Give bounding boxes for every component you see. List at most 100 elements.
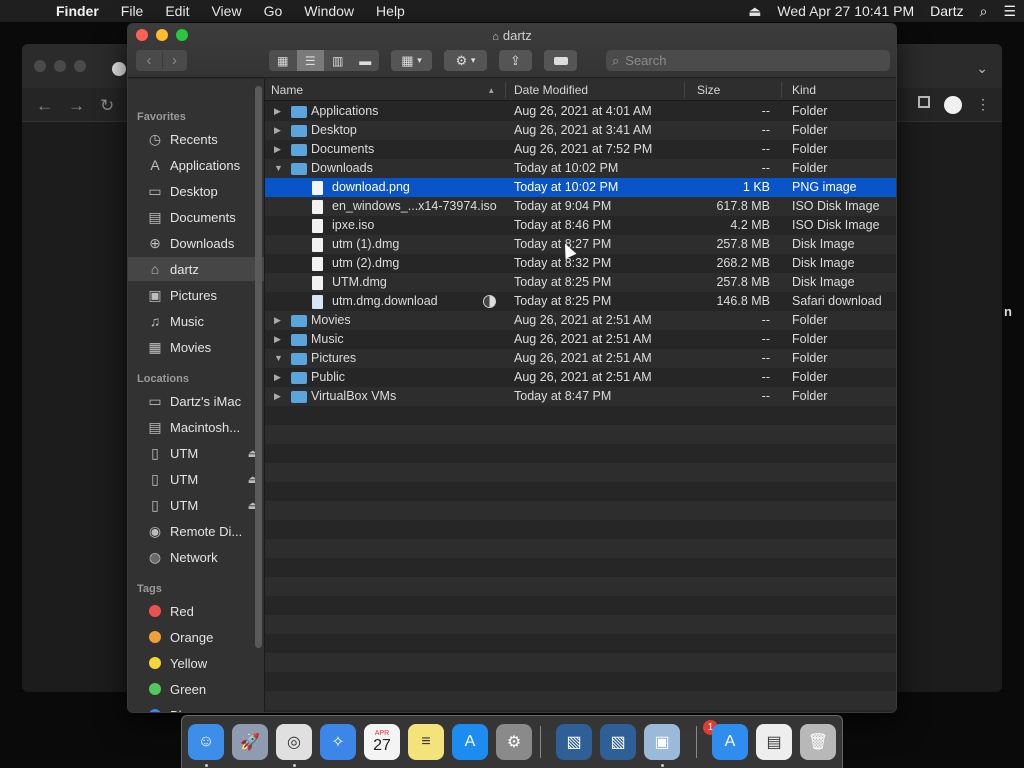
- chevron-down-icon[interactable]: ⌄: [976, 60, 988, 77]
- calendar-icon[interactable]: APR 27: [364, 724, 400, 760]
- sidebar-item-locations-4[interactable]: ▯ UTM ⏏: [128, 493, 264, 517]
- downloads-stack-icon[interactable]: A: [712, 724, 748, 760]
- sort-ascending-icon[interactable]: ▴: [489, 85, 494, 96]
- file-row[interactable]: ▼ Pictures Aug 26, 2021 at 2:51 AM -- Folder: [265, 349, 896, 368]
- system-preferences-icon[interactable]: ⚙: [496, 724, 532, 760]
- sidebar-item-favorites-8[interactable]: ▦ Movies: [128, 335, 264, 359]
- sidebar-item-locations-5[interactable]: ◉ Remote Di...: [128, 519, 264, 543]
- file-row[interactable]: ▶ Applications Aug 26, 2021 at 4:01 AM -- Fo…: [265, 102, 896, 121]
- file-row[interactable]: ▶ VirtualBox VMs Today at 8:47 PM -- Folder: [265, 387, 896, 406]
- menu-go[interactable]: Go: [253, 3, 294, 19]
- finder-icon[interactable]: ☺: [188, 724, 224, 760]
- reload-icon[interactable]: ↻: [100, 96, 114, 116]
- disclosure-collapsed-icon[interactable]: ▶: [274, 315, 281, 326]
- file-row[interactable]: ▼ Downloads Today at 10:02 PM -- Folder: [265, 159, 896, 178]
- icon-view-button[interactable]: ▦: [269, 50, 297, 71]
- action-menu-button[interactable]: ⚙ ▾: [444, 50, 487, 71]
- back-button[interactable]: ‹: [137, 52, 162, 69]
- file-row[interactable]: en_windows_...x14-73974.iso Today at 9:04…: [265, 197, 896, 216]
- file-row[interactable]: utm.dmg.download Today at 8:25 PM 146.8 MB…: [265, 292, 896, 311]
- file-row[interactable]: utm (2).dmg Today at 8:32 PM 268.2 MB Disk …: [265, 254, 896, 273]
- sidebar-item-favorites-3[interactable]: ▤ Documents: [128, 205, 264, 229]
- sidebar-item-locations-1[interactable]: ▤ Macintosh...: [128, 415, 264, 439]
- file-row[interactable]: ▶ Desktop Aug 26, 2021 at 3:41 AM -- Folder: [265, 121, 896, 140]
- disclosure-collapsed-icon[interactable]: ▶: [274, 106, 281, 117]
- notes-icon[interactable]: ≡: [408, 724, 444, 760]
- sidebar-item-favorites-2[interactable]: ▭ Desktop: [128, 179, 264, 203]
- menu-window[interactable]: Window: [293, 3, 365, 19]
- menu-edit[interactable]: Edit: [154, 3, 200, 19]
- more-menu-icon[interactable]: ⋮: [976, 96, 990, 114]
- trash-icon[interactable]: 🗑: [800, 724, 836, 760]
- back-arrow-icon[interactable]: ←: [36, 96, 53, 116]
- sidebar-item-favorites-5[interactable]: ⌂ dartz: [128, 257, 264, 281]
- profile-icon[interactable]: [944, 96, 962, 114]
- column-header-kind[interactable]: Kind: [792, 83, 816, 97]
- menu-clock[interactable]: Wed Apr 27 10:41 PM: [769, 3, 922, 19]
- sidebar-item-favorites-7[interactable]: ♫ Music: [128, 309, 264, 333]
- column-header-date[interactable]: Date Modified: [514, 83, 588, 97]
- sidebar-tag-red[interactable]: Red: [128, 599, 264, 623]
- gallery-view-button[interactable]: ▬: [352, 50, 380, 71]
- virtualbox-icon[interactable]: ▧: [556, 724, 592, 760]
- sidebar-item-locations-2[interactable]: ▯ UTM ⏏: [128, 441, 264, 465]
- sidebar-item-favorites-0[interactable]: ◷ Recents: [128, 127, 264, 151]
- forward-button[interactable]: ›: [161, 52, 187, 69]
- column-view-button[interactable]: ▥: [324, 50, 352, 71]
- menu-help[interactable]: Help: [365, 3, 416, 19]
- disclosure-expanded-icon[interactable]: ▼: [274, 163, 283, 173]
- disclosure-collapsed-icon[interactable]: ▶: [274, 391, 281, 402]
- sidebar-scrollbar[interactable]: [255, 86, 262, 648]
- file-row[interactable]: ▶ Public Aug 26, 2021 at 2:51 AM -- Folder: [265, 368, 896, 387]
- file-row[interactable]: utm (1).dmg Today at 8:27 PM 257.8 MB Disk …: [265, 235, 896, 254]
- disclosure-collapsed-icon[interactable]: ▶: [274, 125, 281, 136]
- safari-icon[interactable]: ✧: [320, 724, 356, 760]
- forward-arrow-icon[interactable]: →: [68, 96, 85, 116]
- disclosure-expanded-icon[interactable]: ▼: [274, 353, 283, 363]
- sidebar-item-locations-6[interactable]: ◍ Network: [128, 545, 264, 569]
- sidebar-toggle-icon[interactable]: [918, 96, 930, 108]
- sidebar-tag-green[interactable]: Green: [128, 677, 264, 701]
- menu-app-finder[interactable]: Finder: [56, 3, 110, 19]
- menu-view[interactable]: View: [200, 3, 252, 19]
- menu-user[interactable]: Dartz: [922, 3, 971, 19]
- partial-text-glyph: n: [1004, 304, 1012, 319]
- spotlight-search-icon[interactable]: ⌕: [972, 3, 996, 20]
- sidebar-item-favorites-4[interactable]: ⊕ Downloads: [128, 231, 264, 255]
- group-by-button[interactable]: ▦ ▾: [391, 50, 432, 71]
- disclosure-collapsed-icon[interactable]: ▶: [274, 144, 281, 155]
- calendar-month: APR: [374, 729, 390, 737]
- eject-icon[interactable]: ⏏: [740, 3, 769, 20]
- file-row[interactable]: download.png Today at 10:02 PM 1 KB PNG ima…: [265, 178, 896, 197]
- disclosure-collapsed-icon[interactable]: ▶: [274, 334, 281, 345]
- file-row[interactable]: ▶ Movies Aug 26, 2021 at 2:51 AM -- Folder: [265, 311, 896, 330]
- sidebar-tag-yellow[interactable]: Yellow: [128, 651, 264, 675]
- disclosure-collapsed-icon[interactable]: ▶: [274, 372, 281, 383]
- share-button[interactable]: ⇪: [499, 50, 532, 71]
- search-input[interactable]: [625, 53, 866, 68]
- file-row[interactable]: ipxe.iso Today at 8:46 PM 4.2 MB ISO Disk I…: [265, 216, 896, 235]
- virtualbox-vm-icon[interactable]: ▧: [600, 724, 636, 760]
- column-header-name[interactable]: Name: [271, 83, 303, 97]
- file-row[interactable]: UTM.dmg Today at 8:25 PM 257.8 MB Disk Imag…: [265, 273, 896, 292]
- sidebar-item-favorites-6[interactable]: ▣ Pictures: [128, 283, 264, 307]
- launchpad-icon[interactable]: 🚀: [232, 724, 268, 760]
- menu-file[interactable]: File: [110, 3, 155, 19]
- app-store-icon[interactable]: A: [452, 724, 488, 760]
- search-field[interactable]: ⌕: [606, 50, 890, 71]
- control-center-icon[interactable]: ☰: [995, 3, 1024, 20]
- google-icon[interactable]: [112, 62, 126, 76]
- sidebar-item-locations-3[interactable]: ▯ UTM ⏏: [128, 467, 264, 491]
- sidebar-item-favorites-1[interactable]: A Applications: [128, 153, 264, 177]
- file-row[interactable]: ▶ Music Aug 26, 2021 at 2:51 AM -- Folder: [265, 330, 896, 349]
- preview-icon[interactable]: ▣: [644, 724, 680, 760]
- sidebar-tag-orange[interactable]: Orange: [128, 625, 264, 649]
- documents-stack-icon[interactable]: ▤: [756, 724, 792, 760]
- sidebar-tag-blue[interactable]: Blue: [128, 703, 264, 712]
- chrome-icon[interactable]: ◎: [276, 724, 312, 760]
- sidebar-item-locations-0[interactable]: ▭ Dartz's iMac: [128, 389, 264, 413]
- edit-tags-button[interactable]: [544, 50, 577, 71]
- column-header-size[interactable]: Size: [697, 83, 720, 97]
- file-row[interactable]: ▶ Documents Aug 26, 2021 at 7:52 PM -- Folde…: [265, 140, 896, 159]
- list-view-button[interactable]: ☰: [296, 50, 324, 71]
